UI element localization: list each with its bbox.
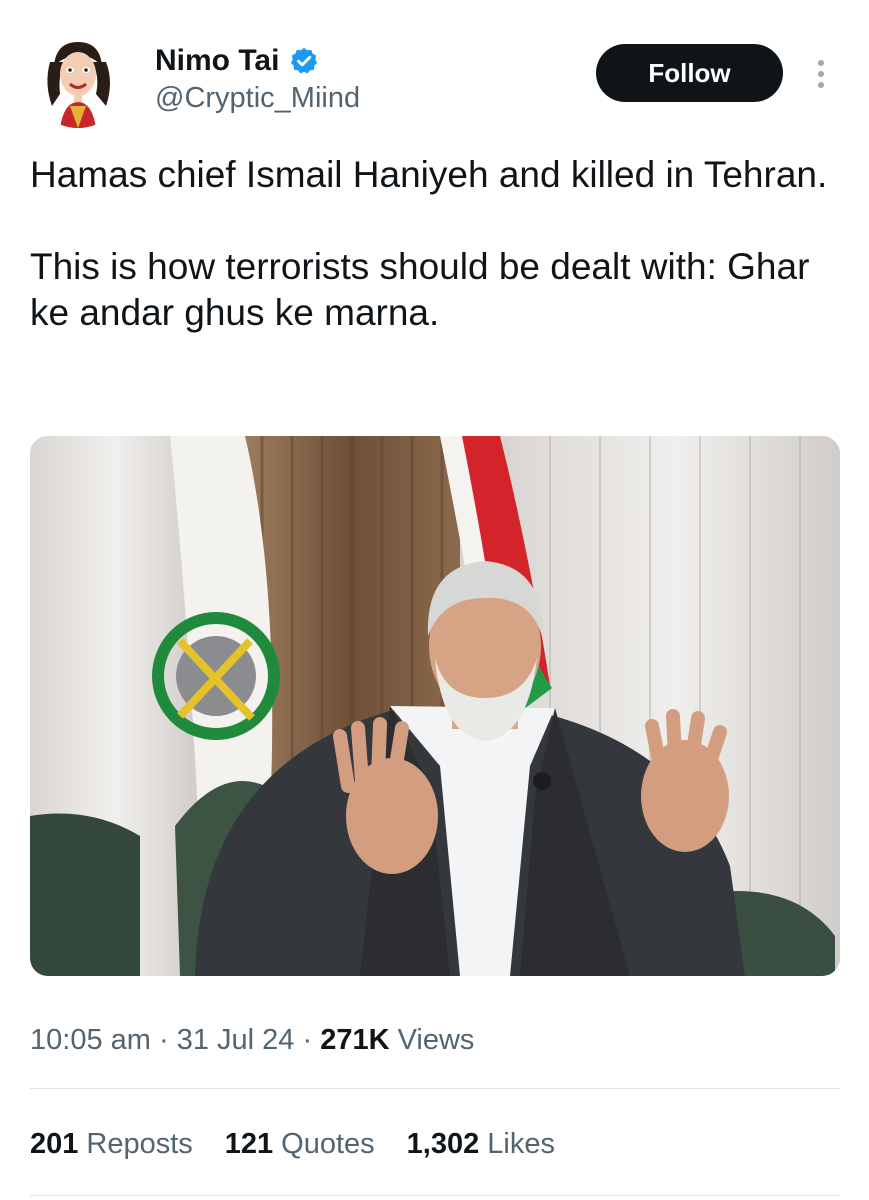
author-handle[interactable]: @Cryptic_Miind — [155, 82, 360, 115]
views-label: Views — [397, 1024, 475, 1056]
author-avatar[interactable] — [30, 32, 126, 128]
divider — [30, 1195, 840, 1196]
tweet-photo[interactable] — [30, 436, 840, 976]
quotes-label: Quotes — [281, 1128, 375, 1160]
follow-button[interactable]: Follow — [596, 44, 783, 102]
tweet-date[interactable]: 31 Jul 24 — [177, 1024, 295, 1056]
quotes-count: 121 — [224, 1128, 274, 1160]
tweet-time[interactable]: 10:05 am — [30, 1024, 151, 1056]
likes-stat[interactable]: 1,302 Likes — [407, 1128, 555, 1161]
photo-illustration — [30, 436, 840, 976]
likes-count: 1,302 — [406, 1128, 480, 1160]
quotes-stat[interactable]: 121 Quotes — [225, 1128, 375, 1161]
tweet-text: Hamas chief Ismail Haniyeh and killed in… — [30, 152, 845, 382]
display-name-text: Nimo Tai — [155, 44, 280, 77]
more-vertical-icon[interactable] — [806, 52, 836, 96]
meta-separator: · — [150, 1024, 177, 1056]
divider — [30, 1088, 840, 1089]
tweet-meta: 10:05 am · 31 Jul 24 · 271K Views — [30, 1024, 474, 1057]
tweet-paragraph: This is how terrorists should be dealt w… — [30, 246, 810, 333]
caricature-avatar-icon — [30, 32, 126, 128]
tweet-paragraph: Hamas chief Ismail Haniyeh and killed in… — [30, 154, 828, 195]
reposts-count: 201 — [30, 1128, 79, 1160]
reposts-label: Reposts — [86, 1128, 193, 1160]
likes-label: Likes — [487, 1128, 555, 1160]
views-count: 271K — [320, 1024, 390, 1056]
meta-separator: · — [294, 1024, 321, 1056]
verified-badge-icon — [289, 46, 319, 76]
author-display-name[interactable]: Nimo Tai — [155, 44, 319, 78]
reposts-stat[interactable]: 201 Reposts — [30, 1128, 193, 1161]
engagement-stats: 201 Reposts 121 Quotes 1,302 Likes — [30, 1128, 555, 1161]
